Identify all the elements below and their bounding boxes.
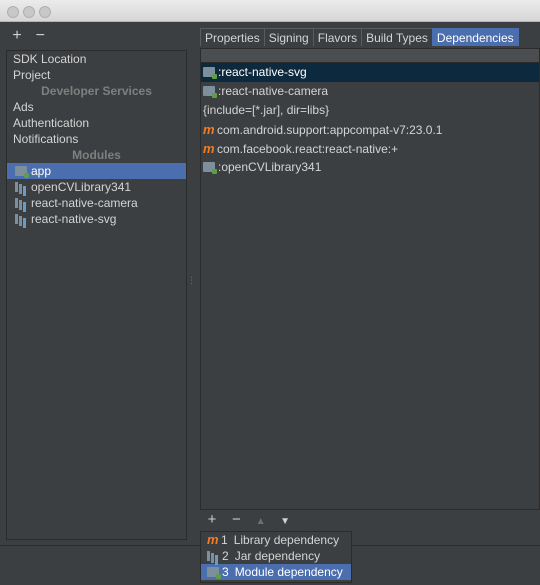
module-folder-icon: [203, 86, 217, 98]
module-label: openCVLibrary341: [31, 180, 132, 194]
tab-build-types[interactable]: Build Types: [361, 28, 433, 46]
maven-icon: m: [207, 532, 219, 547]
add-dependency-menu: m 1 Library dependency 2 Jar dependency 3 Mo…: [200, 531, 352, 583]
dependency-row[interactable]: m com.android.support:appcompat-v7:23.0.1: [201, 120, 539, 139]
zoom-window-button[interactable]: [39, 6, 51, 18]
move-up-button[interactable]: ▲: [254, 514, 268, 530]
sidebar-toolbar: + −: [10, 28, 53, 46]
dependency-label: com.android.support:appcompat-v7:23.0.1: [217, 123, 443, 137]
module-label: react-native-camera: [31, 196, 138, 210]
module-settings-tabs: Properties Signing Flavors Build Types Depen…: [200, 28, 519, 46]
maven-icon: m: [203, 141, 215, 156]
dependency-row[interactable]: :openCVLibrary341: [201, 158, 539, 177]
dependency-label: com.facebook.react:react-native:+: [217, 142, 399, 156]
add-dependency-button[interactable]: +: [205, 512, 219, 528]
menu-item-number: 1: [221, 533, 228, 547]
sidebar-item-app[interactable]: app: [7, 163, 186, 179]
menu-item-jar-dependency[interactable]: 2 Jar dependency: [201, 548, 351, 564]
remove-dependency-button[interactable]: −: [229, 512, 243, 528]
sidebar-item-react-native-camera[interactable]: react-native-camera: [7, 195, 186, 211]
module-label: app: [31, 164, 52, 178]
dependency-row[interactable]: :react-native-camera: [201, 82, 539, 101]
minimize-window-button[interactable]: [23, 6, 35, 18]
tab-properties[interactable]: Properties: [200, 28, 265, 46]
module-folder-icon: [203, 162, 217, 174]
table-header: [201, 49, 539, 63]
sidebar-item-opencvlibrary341[interactable]: openCVLibrary341: [7, 179, 186, 195]
maven-icon: m: [203, 122, 215, 137]
dependency-row[interactable]: m com.facebook.react:react-native:+: [201, 139, 539, 158]
close-window-button[interactable]: [7, 6, 19, 18]
add-button[interactable]: +: [10, 28, 24, 44]
developer-services-header: Developer Services: [41, 84, 152, 98]
dependency-row[interactable]: :react-native-svg: [201, 63, 539, 82]
library-module-icon: [15, 182, 27, 192]
menu-item-label: Library dependency: [233, 533, 340, 547]
sidebar-item-sdk-location[interactable]: SDK Location: [7, 51, 186, 67]
module-folder-icon: [207, 567, 221, 579]
sidebar-item-project[interactable]: Project: [7, 67, 186, 83]
library-module-icon: [15, 198, 27, 208]
menu-item-number: 3: [222, 565, 229, 579]
sidebar-item-ads[interactable]: Ads: [7, 99, 186, 115]
module-folder-icon: [15, 166, 29, 178]
sidebar-list: SDK Location Project Developer Services …: [6, 50, 187, 540]
dependency-label: {include=[*.jar], dir=libs}: [203, 103, 330, 117]
tab-dependencies[interactable]: Dependencies: [431, 28, 519, 46]
menu-item-label: Jar dependency: [234, 549, 321, 563]
menu-item-module-dependency[interactable]: 3 Module dependency: [201, 564, 351, 580]
jar-icon: [207, 551, 219, 561]
dependency-label: :openCVLibrary341: [218, 160, 322, 174]
library-module-icon: [15, 214, 27, 224]
tab-signing[interactable]: Signing: [263, 28, 314, 46]
menu-item-library-dependency[interactable]: m 1 Library dependency: [201, 532, 351, 548]
modules-header: Modules: [72, 148, 121, 162]
sidebar-item-react-native-svg[interactable]: react-native-svg: [7, 211, 186, 227]
dependencies-table: :react-native-svg :react-native-camera {…: [200, 48, 540, 510]
menu-item-number: 2: [222, 549, 229, 563]
window-titlebar: [0, 0, 540, 22]
module-folder-icon: [203, 67, 217, 79]
dependency-row[interactable]: {include=[*.jar], dir=libs}: [201, 101, 539, 120]
dependencies-toolbar: + − ▲ ▼: [205, 512, 299, 528]
remove-button[interactable]: −: [33, 28, 47, 44]
dependency-label: :react-native-camera: [218, 84, 329, 98]
settings-sidebar: + − SDK Location Project Developer Servi…: [0, 22, 190, 542]
sidebar-item-notifications[interactable]: Notifications: [7, 131, 186, 147]
move-down-button[interactable]: ▼: [278, 514, 292, 530]
tab-flavors[interactable]: Flavors: [312, 28, 363, 46]
dependency-label: :react-native-svg: [218, 65, 307, 79]
menu-item-label: Module dependency: [234, 565, 343, 579]
module-label: react-native-svg: [31, 212, 117, 226]
splitter-handle[interactable]: ⋮: [187, 275, 196, 286]
sidebar-item-authentication[interactable]: Authentication: [7, 115, 186, 131]
